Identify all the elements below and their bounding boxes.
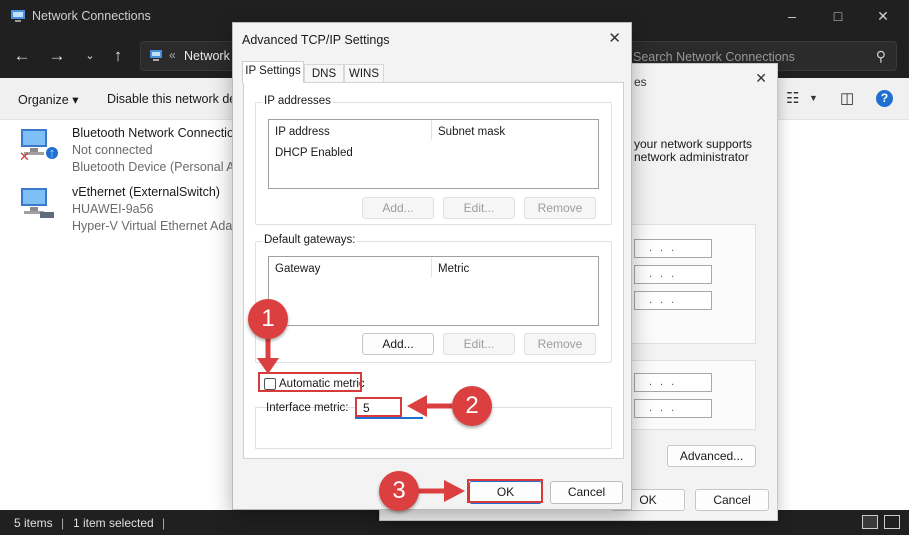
search-placeholder: Search Network Connections [633, 50, 795, 64]
gateways-legend: Default gateways: [262, 234, 358, 246]
add-gateway-button[interactable]: Add... [362, 333, 434, 355]
tab-dns[interactable]: DNS [304, 64, 344, 83]
subnet-mask-field[interactable]: ... [634, 265, 712, 284]
tab-wins[interactable]: WINS [344, 64, 384, 83]
recent-locations-chevron-icon[interactable]: ⌄ [80, 46, 100, 66]
maximize-icon[interactable]: □ [827, 5, 849, 27]
remove-ip-button[interactable]: Remove [524, 197, 596, 219]
alternate-dns-field[interactable]: ... [634, 399, 712, 418]
connection-status: Not connected [72, 143, 153, 157]
column-ip-address[interactable]: IP address [275, 126, 330, 138]
ok-button[interactable]: OK [469, 481, 542, 504]
network-location-icon [150, 50, 162, 61]
description-line-1: your network supports [634, 137, 753, 151]
connection-status: HUAWEI-9a56 [72, 202, 154, 216]
back-arrow-icon[interactable]: ← [12, 46, 32, 66]
column-gateway[interactable]: Gateway [275, 263, 320, 275]
column-metric[interactable]: Metric [438, 263, 469, 275]
details-view-icon[interactable] [862, 515, 878, 529]
tab-ip-settings[interactable]: IP Settings [242, 61, 304, 83]
remove-gateway-button[interactable]: Remove [524, 333, 596, 355]
connection-name: Bluetooth Network Connection [72, 126, 241, 140]
properties-cancel-button[interactable]: Cancel [695, 489, 769, 511]
default-gateway-field[interactable]: ... [634, 291, 712, 310]
ip-address-field[interactable]: ... [634, 239, 712, 258]
step-2-badge: 2 [452, 386, 492, 426]
connection-name: vEthernet (ExternalSwitch) [72, 185, 220, 199]
bluetooth-adapter-icon: ᛏ ✕ [19, 129, 58, 161]
advanced-tcpip-dialog: Advanced TCP/IP Settings ✕ IP Settings D… [232, 22, 632, 510]
column-divider [431, 120, 432, 140]
column-subnet-mask[interactable]: Subnet mask [438, 126, 505, 138]
status-divider: | [61, 516, 65, 530]
interface-metric-label: Interface metric: [266, 402, 349, 414]
organize-button[interactable]: Organize ▾ [18, 92, 78, 107]
dialog-title-fragment: es [634, 75, 647, 89]
address-field[interactable]: « Network [140, 41, 240, 71]
step-3-badge: 3 [379, 471, 419, 511]
status-divider: | [162, 516, 166, 530]
advanced-button[interactable]: Advanced... [667, 445, 756, 467]
forward-arrow-icon[interactable]: → [47, 46, 67, 66]
ip-addresses-legend: IP addresses [262, 95, 333, 107]
close-icon[interactable]: ✕ [608, 29, 621, 47]
view-layout-icon[interactable]: ☷ [786, 89, 799, 107]
default-gateways-group: Default gateways: Gateway Metric Add... … [255, 234, 612, 363]
breadcrumb-network[interactable]: Network [184, 49, 230, 63]
help-icon[interactable]: ? [876, 90, 893, 107]
list-item[interactable]: vEthernet (ExternalSwitch) HUAWEI-9a56 H… [18, 182, 248, 238]
description-line-2: network administrator [634, 150, 749, 164]
ethernet-adapter-icon [21, 188, 54, 218]
minimize-icon[interactable]: – [781, 5, 803, 27]
svg-text:ᛏ: ᛏ [49, 149, 54, 160]
ip-address-list[interactable]: IP address Subnet mask DHCP Enabled [268, 119, 599, 189]
automatic-metric-label[interactable]: Automatic metric [279, 378, 365, 390]
edit-gateway-button[interactable]: Edit... [443, 333, 515, 355]
breadcrumb-overflow[interactable]: « [169, 48, 176, 62]
preview-pane-icon[interactable]: ◫ [840, 89, 854, 107]
svg-text:✕: ✕ [19, 150, 30, 161]
network-folder-icon [11, 10, 25, 22]
close-icon[interactable]: ✕ [872, 5, 894, 27]
tiles-view-icon[interactable] [884, 515, 900, 529]
automatic-metric-checkbox[interactable] [264, 378, 276, 390]
add-ip-button[interactable]: Add... [362, 197, 434, 219]
dialog-title: Advanced TCP/IP Settings [242, 33, 390, 47]
cancel-button[interactable]: Cancel [550, 481, 623, 504]
edit-ip-button[interactable]: Edit... [443, 197, 515, 219]
ip-addresses-group: IP addresses IP address Subnet mask DHCP… [255, 95, 612, 225]
interface-metric-input[interactable]: 5 [355, 399, 423, 419]
disable-network-button[interactable]: Disable this network de [107, 92, 236, 106]
connection-device: Hyper-V Virtual Ethernet Adap [72, 219, 240, 233]
preferred-dns-field[interactable]: ... [634, 373, 712, 392]
window-title: Network Connections [32, 9, 151, 23]
up-arrow-icon[interactable]: ↑ [108, 46, 128, 66]
dns-group [625, 360, 756, 430]
close-icon[interactable]: ✕ [755, 70, 767, 87]
view-dropdown-icon[interactable]: ▼ [809, 93, 818, 103]
column-divider [431, 257, 432, 277]
step-1-badge: 1 [248, 299, 288, 339]
list-item[interactable]: ᛏ ✕ Bluetooth Network Connection Not con… [18, 123, 248, 179]
item-count: 5 items [14, 516, 53, 530]
search-icon[interactable]: ⚲ [876, 48, 886, 65]
selection-count: 1 item selected [73, 516, 154, 530]
gateway-list[interactable]: Gateway Metric [268, 256, 599, 326]
list-item[interactable]: DHCP Enabled [275, 147, 353, 159]
connection-device: Bluetooth Device (Personal Are [72, 160, 246, 174]
